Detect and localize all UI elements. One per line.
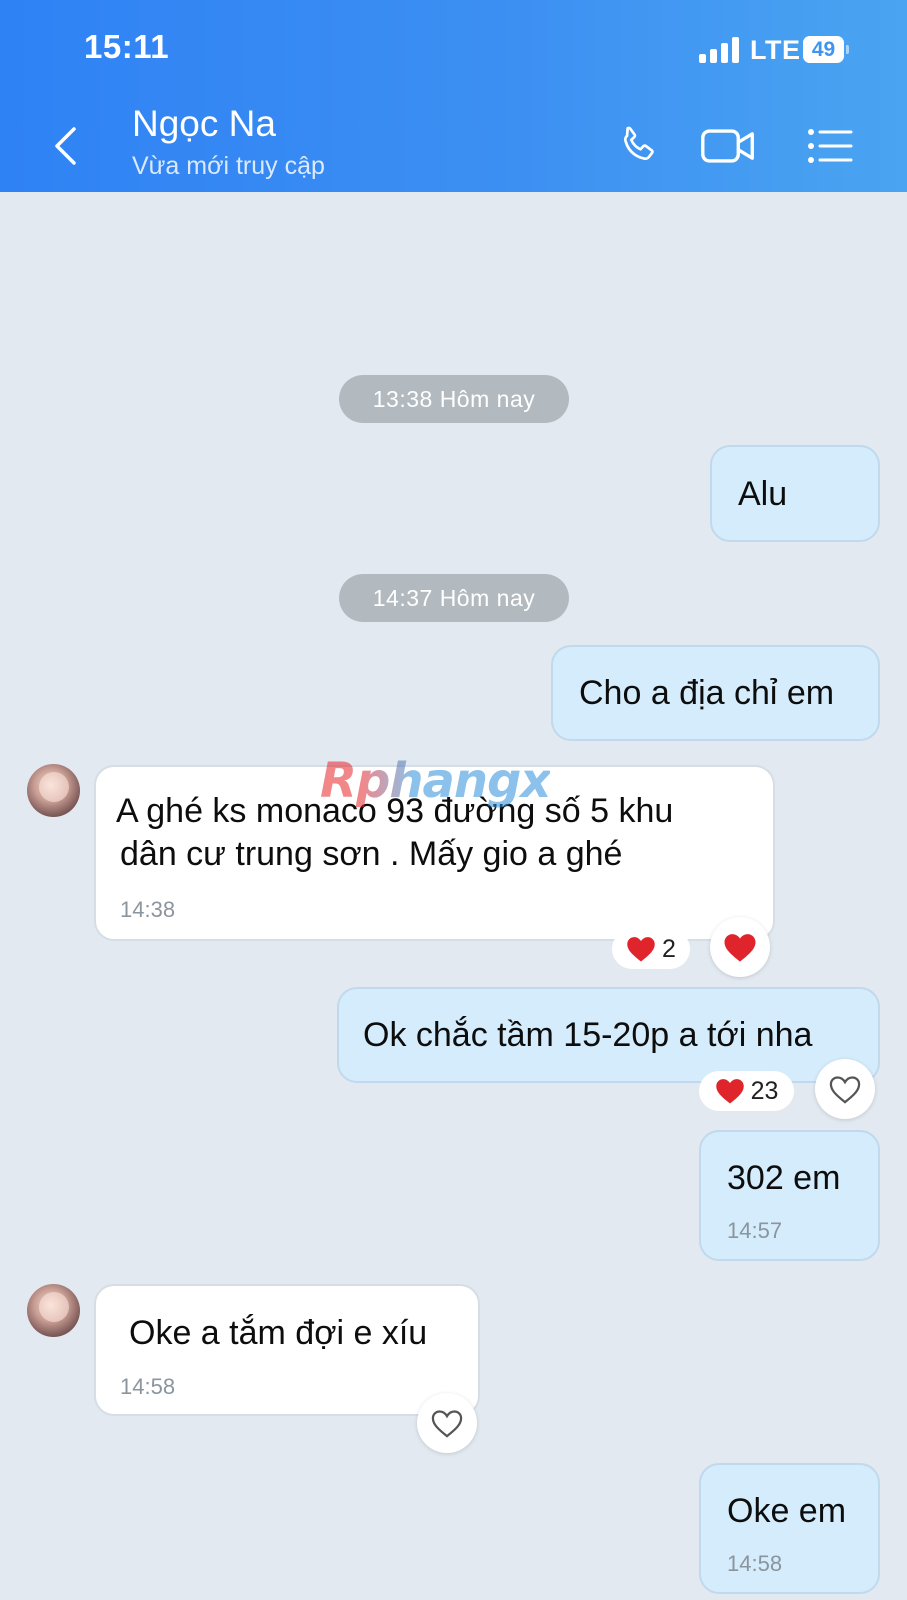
message-text: Alu: [738, 475, 788, 513]
status-time: 15:11: [84, 28, 170, 65]
message-time: 14:58: [727, 1551, 783, 1576]
menu-button[interactable]: [800, 118, 860, 174]
react-button[interactable]: [417, 1393, 477, 1453]
react-button[interactable]: [815, 1059, 875, 1119]
battery-icon: 49: [803, 36, 849, 63]
message-text: Cho a địa chỉ em: [579, 674, 835, 712]
heart-outline-icon: [829, 1075, 861, 1104]
heart-outline-icon: [431, 1409, 463, 1438]
message-text: Oke em: [727, 1492, 847, 1530]
video-call-icon: [701, 129, 754, 163]
chat-header: 15:11 LTE 49 Ngọc Na Vừa mới truy cập: [0, 0, 907, 192]
contact-name[interactable]: Ngọc Na: [132, 103, 276, 145]
message-text: Oke a tắm đợi e xíu: [129, 1314, 428, 1352]
message-text: Ok chắc tầm 15-20p a tới nha: [363, 1016, 813, 1054]
message-bubble-outgoing[interactable]: Ok chắc tầm 15-20p a tới nha: [337, 987, 880, 1083]
time-separator: 13:38 Hôm nay: [339, 375, 569, 423]
message-time: 14:58: [120, 1374, 176, 1399]
signal-icon: [699, 37, 741, 63]
menu-icon: [808, 129, 853, 163]
heart-icon: [724, 933, 756, 962]
message-bubble-incoming[interactable]: Oke a tắm đợi e xíu 14:58: [94, 1284, 480, 1416]
message-time: 14:38: [120, 897, 176, 922]
time-separator: 14:37 Hôm nay: [339, 574, 569, 622]
reaction-summary[interactable]: 23: [699, 1071, 794, 1111]
message-bubble-incoming[interactable]: A ghé ks monaco 93 đường số 5 khu dân cư…: [94, 765, 775, 941]
reaction-count: 2: [662, 934, 676, 963]
phone-icon: [623, 126, 654, 161]
contact-status: Vừa mới truy cập: [132, 152, 325, 180]
message-text: 302 em: [727, 1159, 841, 1197]
call-button[interactable]: [608, 118, 668, 174]
back-icon: [55, 127, 76, 165]
message-text-line: dân cư trung sơn . Mấy gio a ghé: [120, 835, 623, 873]
battery-percentage: 49: [811, 38, 836, 61]
react-button[interactable]: [710, 917, 770, 977]
heart-icon: [715, 1079, 744, 1104]
avatar[interactable]: [27, 1284, 80, 1337]
reaction-count: 23: [750, 1076, 779, 1105]
message-text-line: A ghé ks monaco 93 đường số 5 khu: [116, 792, 674, 830]
message-time: 14:57: [727, 1218, 783, 1243]
network-type: LTE: [750, 35, 801, 65]
avatar[interactable]: [27, 764, 80, 817]
message-bubble-outgoing[interactable]: Oke em 14:58: [699, 1463, 880, 1594]
reaction-summary[interactable]: 2: [612, 929, 690, 969]
message-bubble-outgoing[interactable]: Cho a địa chỉ em: [551, 645, 880, 741]
heart-icon: [627, 937, 655, 962]
back-button[interactable]: [40, 118, 90, 174]
message-bubble-outgoing[interactable]: Alu: [710, 445, 880, 542]
video-call-button[interactable]: [698, 118, 758, 174]
message-bubble-outgoing[interactable]: 302 em 14:57: [699, 1130, 880, 1261]
